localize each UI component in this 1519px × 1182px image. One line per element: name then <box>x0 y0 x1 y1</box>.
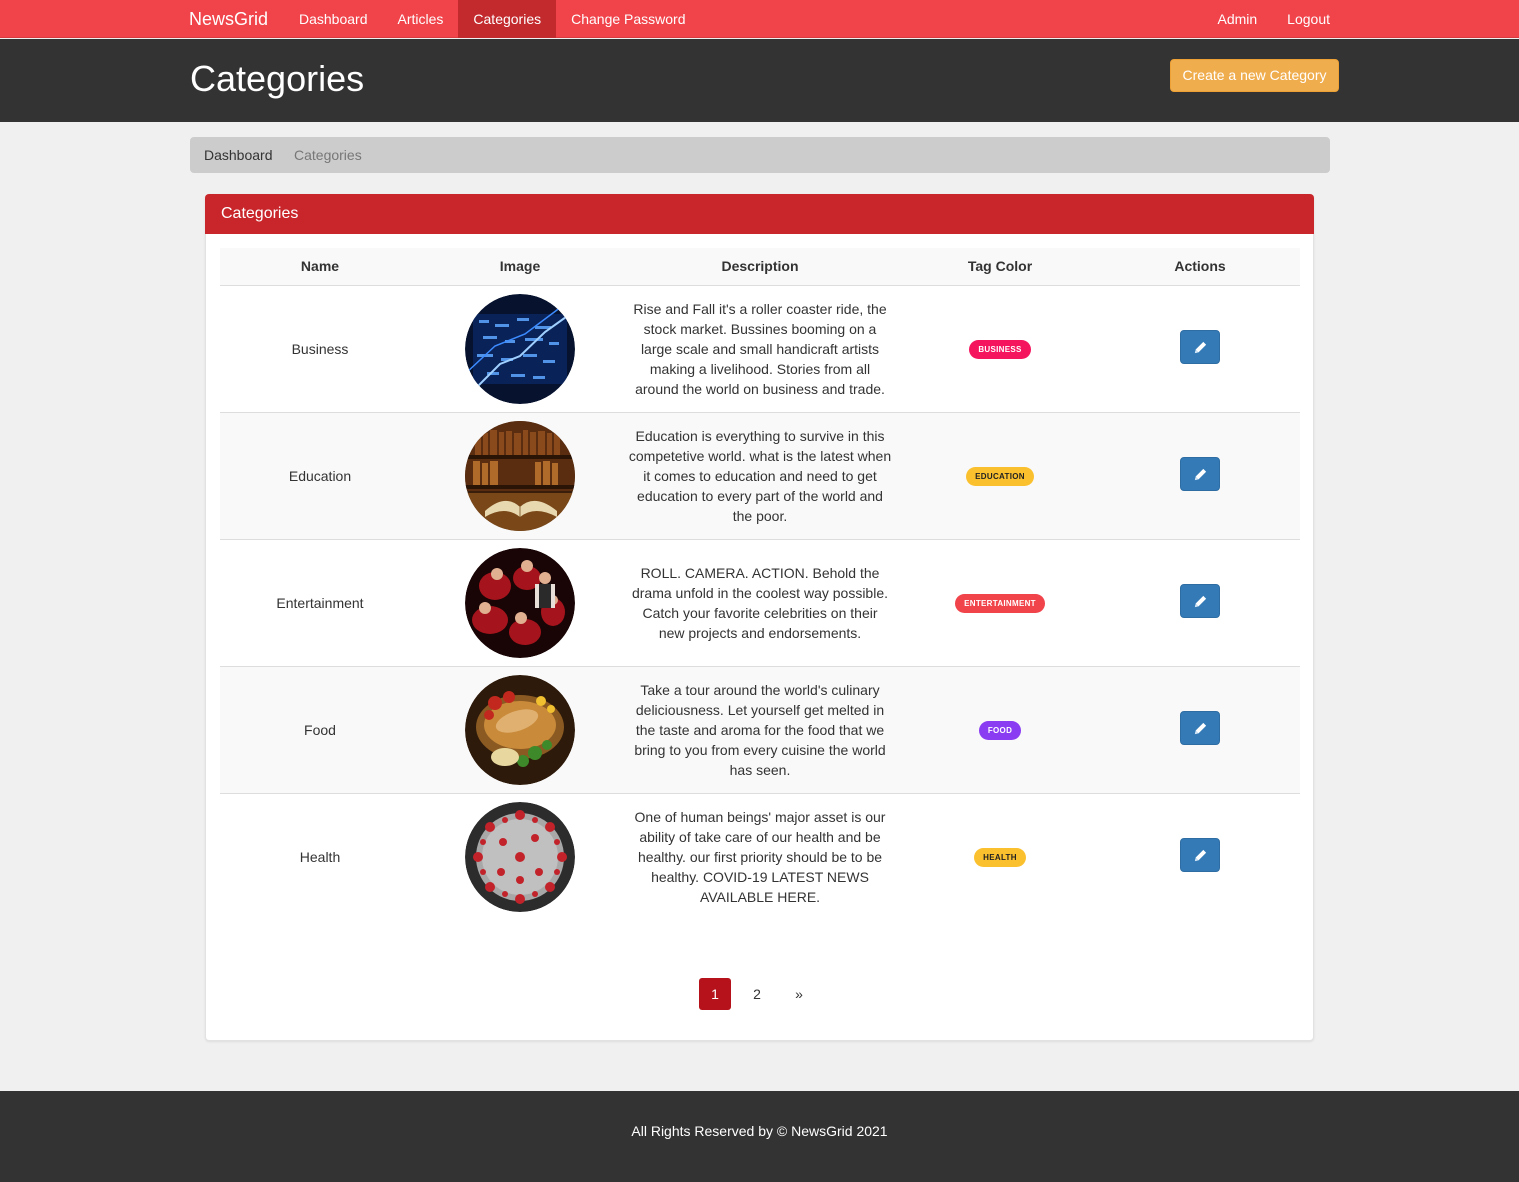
categories-table: Name Image Description Tag Color Actions… <box>220 248 1300 920</box>
category-name: Education <box>220 411 420 539</box>
tag-badge-entertainment: ENTERTAINMENT <box>955 593 1045 613</box>
pagination: 1 2 » <box>699 978 825 1010</box>
categories-panel: Categories Name Image Description Tag Co… <box>205 194 1314 1041</box>
page-1-link[interactable]: 1 <box>699 978 731 1010</box>
virus-image <box>465 801 575 912</box>
table-row: Entertainment ROLL. CAMERA. ACTION. Beho… <box>220 538 1300 666</box>
tag-badge-health: HEALTH <box>974 847 1026 867</box>
page-title: Categories <box>190 58 365 99</box>
nav-change-password[interactable]: Change Password <box>556 0 700 38</box>
category-name: Health <box>220 792 420 920</box>
category-description: One of human beings' major asset is our … <box>634 808 886 905</box>
column-header-image: Image <box>420 248 620 286</box>
category-description: Take a tour around the world's culinary … <box>634 681 886 778</box>
food-platter-image <box>465 674 575 785</box>
breadcrumb-categories: Categories <box>294 147 362 163</box>
next-page-link[interactable]: » <box>783 978 815 1010</box>
category-name: Entertainment <box>220 538 420 666</box>
edit-button[interactable] <box>1180 330 1220 364</box>
tag-badge-education: EDUCATION <box>966 466 1034 486</box>
category-description: Education is everything to survive in th… <box>628 427 892 524</box>
create-category-button[interactable]: Create a new Category <box>1170 59 1339 92</box>
pencil-icon <box>1194 850 1207 862</box>
edit-button[interactable] <box>1180 584 1220 618</box>
category-name: Food <box>220 665 420 793</box>
table-header-row: Name Image Description Tag Color Actions <box>220 248 1300 286</box>
brand-logo[interactable]: NewsGrid <box>189 9 268 30</box>
page-header: Categories Create a new Category <box>0 39 1519 122</box>
footer-copyright: All Rights Reserved by © NewsGrid 2021 <box>631 1123 888 1139</box>
table-row: Business Rise and Fall it's a roller coa… <box>220 284 1300 412</box>
nav-categories[interactable]: Categories <box>458 0 557 38</box>
pencil-icon <box>1194 468 1207 481</box>
column-header-tag-color: Tag Color <box>900 248 1100 286</box>
pencil-icon <box>1194 595 1207 608</box>
pencil-icon <box>1194 722 1207 735</box>
edit-button[interactable] <box>1180 838 1220 873</box>
top-navbar: NewsGrid Dashboard Articles Categories C… <box>0 0 1519 38</box>
category-description: Rise and Fall it's a roller coaster ride… <box>633 300 887 397</box>
panel-heading: Categories <box>205 194 1314 234</box>
column-header-actions: Actions <box>1100 248 1300 286</box>
nav-articles[interactable]: Articles <box>383 0 459 38</box>
user-nav: Admin Logout <box>1202 0 1345 38</box>
page-2-link[interactable]: 2 <box>741 978 773 1010</box>
stock-market-image <box>465 293 575 404</box>
column-header-description: Description <box>620 248 900 286</box>
nav-admin[interactable]: Admin <box>1202 0 1272 38</box>
main-nav: Dashboard Articles Categories Change Pas… <box>284 0 701 38</box>
edit-button[interactable] <box>1180 457 1220 491</box>
footer: All Rights Reserved by © NewsGrid 2021 <box>0 1091 1519 1182</box>
category-name: Business <box>220 284 420 412</box>
tag-badge-business: BUSINESS <box>969 339 1031 359</box>
table-row: Food Take a tour around the world's culi… <box>220 665 1300 793</box>
column-header-name: Name <box>220 248 420 286</box>
edit-button[interactable] <box>1180 711 1220 745</box>
breadcrumb: Dashboard Categories <box>190 137 1330 173</box>
nav-logout[interactable]: Logout <box>1272 0 1345 38</box>
table-row: Education Education is everything to sur… <box>220 411 1300 539</box>
library-book-image <box>465 420 575 531</box>
table-row: Health One of human beings' major asset … <box>220 792 1300 920</box>
tag-badge-food: FOOD <box>978 720 1022 740</box>
nav-dashboard[interactable]: Dashboard <box>284 0 383 38</box>
movie-cast-image <box>465 547 575 658</box>
breadcrumb-dashboard[interactable]: Dashboard <box>204 147 273 163</box>
panel-title: Categories <box>221 205 299 222</box>
category-description: ROLL. CAMERA. ACTION. Behold the drama u… <box>631 564 889 641</box>
pencil-icon <box>1194 341 1207 354</box>
